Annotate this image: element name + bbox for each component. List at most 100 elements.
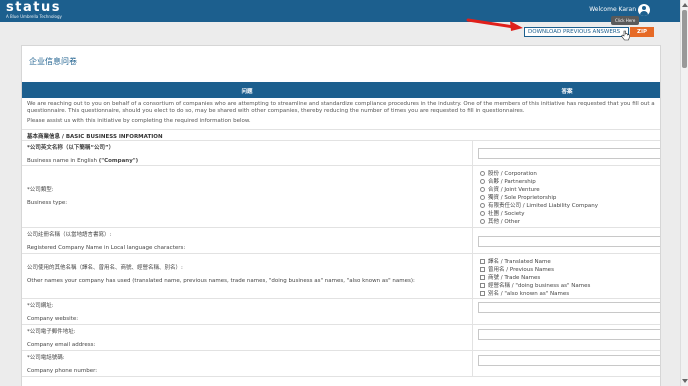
question-row-local-name: 公司註冊名稱（以當地語言書寫）: Registered Company Name…: [22, 228, 660, 254]
column-divider: [472, 351, 473, 376]
intro-paragraph: Please assist us with this initiative by…: [27, 118, 251, 124]
phone-input[interactable]: [478, 355, 660, 366]
radio-option[interactable]: 社團 / Society: [480, 210, 598, 218]
question-label: 公司註冊名稱（以當地語言書寫）: Registered Company Name…: [27, 232, 467, 252]
question-row-email: *公司電子郵件地址: Company email address:: [22, 325, 660, 351]
zip-button[interactable]: ZIP: [630, 27, 654, 37]
question-en: Other names your company has used (trans…: [27, 278, 415, 284]
question-zh: 公司註冊名稱（以當地語言書寫）:: [27, 232, 112, 238]
option-label: 股份 / Corporation: [488, 171, 537, 177]
checkbox-option[interactable]: 經營名稱 / "doing business as" Names: [480, 282, 590, 290]
column-divider: [472, 325, 473, 350]
logo-tagline: A Blue Umbrella Technology: [6, 14, 62, 19]
question-label: *公司電話號碼: Company phone number:: [27, 355, 467, 375]
website-input[interactable]: [478, 302, 660, 313]
click-here-tooltip: Click Here: [611, 16, 640, 25]
question-label: 公司使用的其他名稱（譯名、曾用名、商號、經營名稱、別名）: Other name…: [27, 265, 467, 285]
radio-button[interactable]: [480, 179, 485, 184]
column-header-question: 问题: [241, 89, 253, 95]
radio-option[interactable]: 合資 / Joint Venture: [480, 186, 598, 194]
question-en: Registered Company Name in Local languag…: [27, 245, 186, 251]
checkbox[interactable]: [480, 275, 485, 280]
column-divider: [472, 166, 473, 227]
table-header: 问题 答案: [22, 82, 660, 98]
option-label: 別名 / "also known as" Names: [488, 291, 570, 297]
other-names-checkbox-group: 譯名 / Translated Name 曾用名 / Previous Name…: [480, 258, 590, 298]
email-input[interactable]: [478, 329, 660, 340]
option-label: 譯名 / Translated Name: [488, 259, 551, 265]
checkbox[interactable]: [480, 283, 485, 288]
option-label: 商號 / Trade Names: [488, 275, 541, 281]
logo-text: status: [6, 0, 61, 15]
question-zh: *公司英文名称（以下簡稱“公司”）: [27, 145, 115, 151]
checkbox-option[interactable]: 別名 / "also known as" Names: [480, 290, 590, 298]
radio-button[interactable]: [480, 195, 485, 200]
radio-button[interactable]: [480, 219, 485, 224]
radio-button[interactable]: [480, 171, 485, 176]
radio-option[interactable]: 有限责任公司 / Limited Liability Company: [480, 202, 598, 210]
top-bar: status A Blue Umbrella Technology Welcom…: [0, 0, 680, 22]
question-label: *公司電子郵件地址: Company email address:: [27, 329, 467, 349]
option-label: 社團 / Society: [488, 211, 525, 217]
question-en-bold: ("Company"): [98, 158, 139, 164]
question-zh: *公司電話號碼:: [27, 355, 65, 361]
scroll-up-icon[interactable]: [682, 3, 688, 7]
question-zh: *公司類型:: [27, 187, 54, 193]
question-label: *公司網址: Company website:: [27, 303, 467, 323]
radio-button[interactable]: [480, 211, 485, 216]
checkbox-option[interactable]: 商號 / Trade Names: [480, 274, 590, 282]
option-label: 其他 / Other: [488, 219, 520, 225]
radio-option[interactable]: 股份 / Corporation: [480, 170, 598, 178]
question-en: Company email address:: [27, 342, 96, 348]
business-type-radio-group: 股份 / Corporation 合夥 / Partnership 合資 / J…: [480, 170, 598, 226]
question-zh: *公司電子郵件地址:: [27, 329, 76, 335]
radio-button[interactable]: [480, 203, 485, 208]
scroll-down-icon[interactable]: [682, 379, 688, 383]
page-title: 企业信息问卷: [29, 57, 77, 66]
column-divider: [472, 228, 473, 253]
download-previous-answers-button[interactable]: DOWNLOAD PREVIOUS ANSWERS: [524, 27, 629, 37]
option-label: 有限责任公司 / Limited Liability Company: [488, 203, 598, 209]
checkbox[interactable]: [480, 259, 485, 264]
checkbox[interactable]: [480, 267, 485, 272]
column-header-answer: 答案: [561, 89, 573, 95]
question-zh: 公司使用的其他名稱（譯名、曾用名、商號、經營名稱、別名）:: [27, 265, 183, 271]
status-logo[interactable]: status A Blue Umbrella Technology: [6, 0, 62, 19]
question-row-business-name: *公司英文名称（以下簡稱“公司”） Business name in Engli…: [22, 141, 660, 166]
hand-cursor-icon: [621, 30, 630, 41]
intro-paragraph: We are reaching out to you on behalf of …: [27, 101, 655, 114]
welcome-text: Welcome Karan: [589, 6, 636, 13]
scroll-thumb[interactable]: [682, 10, 687, 68]
question-label: *公司類型: Business type:: [27, 187, 467, 207]
red-pointer-arrow-icon: [466, 18, 523, 31]
local-name-input[interactable]: [478, 236, 660, 247]
radio-option[interactable]: 獨資 / Sole Proprietorship: [480, 194, 598, 202]
option-label: 合夥 / Partnership: [488, 179, 536, 185]
user-account-icon[interactable]: [638, 4, 650, 16]
checkbox-option[interactable]: 曾用名 / Previous Names: [480, 266, 590, 274]
intro-text: We are reaching out to you on behalf of …: [22, 98, 660, 130]
question-en: Company phone number:: [27, 368, 98, 374]
business-name-input[interactable]: [478, 148, 660, 159]
question-label: *公司英文名称（以下簡稱“公司”） Business name in Engli…: [27, 145, 467, 165]
questionnaire-table: 问题 答案 We are reaching out to you on beha…: [22, 82, 660, 377]
column-divider: [472, 141, 473, 165]
radio-option[interactable]: 合夥 / Partnership: [480, 178, 598, 186]
column-divider: [472, 254, 473, 298]
question-row-other-names: 公司使用的其他名稱（譯名、曾用名、商號、經營名稱、別名）: Other name…: [22, 254, 660, 299]
question-row-phone: *公司電話號碼: Company phone number:: [22, 351, 660, 377]
radio-button[interactable]: [480, 187, 485, 192]
vertical-scrollbar[interactable]: [680, 0, 688, 386]
option-label: 曾用名 / Previous Names: [488, 267, 554, 273]
option-label: 經營名稱 / "doing business as" Names: [488, 283, 591, 289]
option-label: 合資 / Joint Venture: [488, 187, 540, 193]
question-en: Business type:: [27, 200, 68, 206]
radio-option[interactable]: 其他 / Other: [480, 218, 598, 226]
option-label: 獨資 / Sole Proprietorship: [488, 195, 557, 201]
question-row-website: *公司網址: Company website:: [22, 299, 660, 325]
checkbox[interactable]: [480, 291, 485, 296]
question-zh: *公司網址:: [27, 303, 54, 309]
question-row-business-type: *公司類型: Business type: 股份 / Corporation 合…: [22, 166, 660, 228]
checkbox-option[interactable]: 譯名 / Translated Name: [480, 258, 590, 266]
column-divider: [472, 299, 473, 324]
